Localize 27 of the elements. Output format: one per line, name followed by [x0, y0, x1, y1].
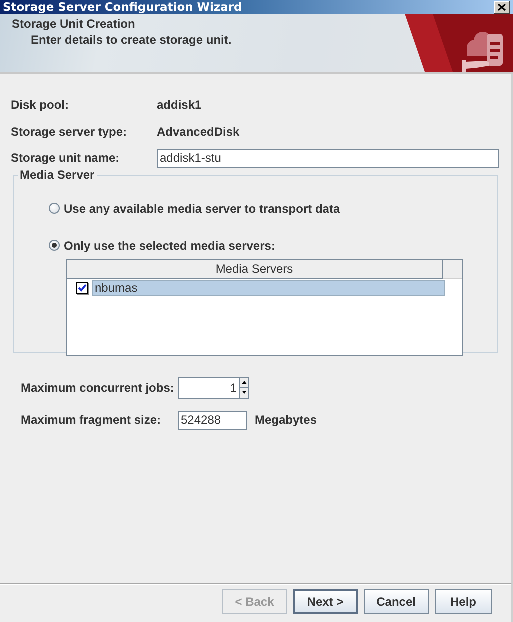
group-title: Media Server: [18, 168, 97, 182]
checkbox[interactable]: [76, 282, 88, 294]
wizard-button[interactable]: Cancel: [364, 589, 429, 614]
input-field[interactable]: addisk1-stu: [157, 148, 499, 168]
close-button[interactable]: [494, 0, 510, 14]
radio-option[interactable]: Use any available media server to transport data: [49, 202, 340, 216]
wizard-button[interactable]: Help: [435, 589, 492, 614]
field-label: Maximum fragment size:: [21, 413, 162, 427]
up-arrow-icon[interactable]: [242, 380, 246, 384]
page-title: Storage Unit Creation: [12, 17, 136, 31]
field-label: Storage unit name:: [11, 151, 121, 166]
field-value: AdvancedDisk: [157, 124, 241, 139]
field-label: Disk pool:: [11, 98, 70, 112]
radio-option[interactable]: Only use the selected media servers:: [49, 238, 276, 252]
window-title: Storage Server Configuration Wizard: [2, 0, 244, 14]
field-label: Storage server type:: [11, 124, 128, 139]
page-subtitle: Enter details to create storage unit.: [30, 33, 233, 47]
field-value: addisk1: [157, 98, 203, 112]
input-field[interactable]: 524288: [178, 410, 247, 430]
wizard-button[interactable]: Next >: [293, 589, 358, 614]
table-cell[interactable]: nbumas: [92, 280, 445, 296]
radio-button[interactable]: [49, 203, 60, 214]
radio-button[interactable]: [49, 240, 60, 251]
close-icon: [498, 4, 506, 10]
unit-label: Megabytes: [255, 413, 318, 427]
field-label: Maximum concurrent jobs:: [21, 380, 174, 394]
down-arrow-icon[interactable]: [242, 391, 246, 394]
